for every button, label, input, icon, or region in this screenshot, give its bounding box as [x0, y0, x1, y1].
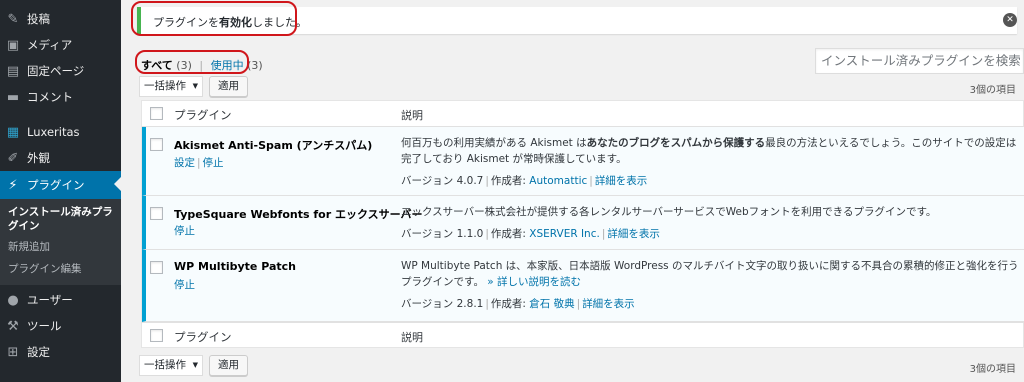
menu-item-pages[interactable]: ▤ 固定ページ	[0, 58, 121, 84]
notice-message: プラグインを有効化しました。	[153, 16, 307, 29]
menu-item-luxeritas[interactable]: ▦ Luxeritas	[0, 119, 121, 145]
row-actions: 設定 | 停止	[174, 157, 224, 169]
filter-separator: |	[199, 59, 204, 72]
apply-button[interactable]: 適用	[209, 76, 248, 97]
menu-item-appearance[interactable]: ✐ 外観	[0, 145, 121, 171]
brush-icon: ✐	[7, 150, 19, 166]
menu-label: メディア	[27, 38, 73, 52]
table-footer: プラグイン 説明	[142, 322, 1024, 348]
submenu-plugin-editor[interactable]: プラグイン編集	[8, 262, 118, 276]
plugin-name: WP Multibyte Patch	[174, 260, 296, 273]
plugin-meta: バージョン 4.0.7 | 作成者: Automattic | 詳細を表示	[401, 175, 648, 187]
row-actions: 停止	[174, 223, 195, 238]
media-icon: ▣	[6, 37, 20, 53]
column-footer-plugin: プラグイン	[174, 330, 232, 344]
plugin-meta: バージョン 2.8.1 | 作成者: 倉石 敬典 | 詳細を表示	[401, 298, 635, 310]
menu-label: プラグイン	[27, 178, 85, 192]
user-icon: ●	[7, 292, 19, 308]
table-header: プラグイン 説明	[142, 101, 1024, 127]
plugin-name: TypeSquare Webfonts for エックスサーバー	[174, 208, 423, 221]
read-more-link[interactable]: » 詳しい説明を読む	[487, 276, 581, 288]
deactivate-link[interactable]: 停止	[174, 279, 195, 291]
filter-all-count: (3)	[176, 59, 192, 72]
row-checkbox[interactable]	[150, 207, 163, 220]
menu-item-settings[interactable]: ⊞ 設定	[0, 339, 121, 365]
column-header-plugin: プラグイン	[174, 108, 232, 122]
settings-icon: ⊞	[7, 344, 19, 360]
menu-item-tools[interactable]: ⚒ ツール	[0, 313, 121, 339]
plugin-description: WP Multibyte Patch は、本家版、日本語版 WordPress …	[401, 260, 1019, 288]
menu-label: 外観	[27, 151, 50, 165]
submenu-installed-plugins[interactable]: インストール済みプラグイン	[8, 205, 118, 233]
chevron-down-icon: ▼	[192, 361, 198, 369]
wrench-icon: ⚒	[7, 318, 19, 334]
table-row: WP Multibyte Patch 停止 WP Multibyte Patch…	[142, 250, 1024, 322]
menu-item-plugins[interactable]: ⚡ プラグイン	[0, 171, 121, 199]
table-row: TypeSquare Webfonts for エックスサーバー 停止 エックス…	[142, 196, 1024, 250]
submenu-add-new[interactable]: 新規追加	[8, 240, 118, 254]
deactivate-link[interactable]: 停止	[203, 157, 224, 169]
plugin-description: エックスサーバー株式会社が提供する各レンタルサーバーサービスでWebフォントを利…	[401, 206, 937, 218]
menu-label: 設定	[27, 345, 50, 359]
row-actions: 停止	[174, 277, 195, 292]
author-link[interactable]: XSERVER Inc.	[529, 228, 600, 240]
row-checkbox[interactable]	[150, 261, 163, 274]
admin-sidebar: ✎ 投稿 ▣ メディア ▤ 固定ページ ▬ コメント ▦ Luxeritas ✐…	[0, 0, 121, 382]
filter-active[interactable]: 使用中	[211, 59, 244, 72]
bulk-actions-top: 一括操作 ▼ 適用	[139, 76, 248, 97]
details-link[interactable]: 詳細を表示	[582, 298, 635, 310]
menu-item-media[interactable]: ▣ メディア	[0, 32, 121, 58]
menu-label: 固定ページ	[27, 64, 85, 78]
menu-label: ユーザー	[27, 293, 73, 307]
activation-notice: プラグインを有効化しました。 ✕	[137, 7, 1017, 34]
settings-link[interactable]: 設定	[174, 157, 195, 169]
menu-label: ツール	[27, 319, 62, 333]
menu-item-users[interactable]: ● ユーザー	[0, 287, 121, 313]
bulk-action-select[interactable]: 一括操作 ▼	[139, 355, 203, 376]
apply-button[interactable]: 適用	[209, 355, 248, 376]
menu-label: Luxeritas	[27, 125, 80, 139]
plugins-submenu: インストール済みプラグイン 新規追加 プラグイン編集	[0, 199, 121, 285]
page-icon: ▤	[6, 63, 20, 79]
details-link[interactable]: 詳細を表示	[607, 228, 660, 240]
column-header-description: 説明	[401, 109, 423, 122]
plugin-description: 何百万もの利用実績がある Akismet はあなたのブログをスパムから保護する最…	[401, 137, 1017, 165]
table-row: Akismet Anti-Spam (アンチスパム) 設定 | 停止 何百万もの利用…	[142, 127, 1024, 196]
plugin-icon: ⚡	[8, 177, 18, 193]
menu-item-posts[interactable]: ✎ 投稿	[0, 6, 121, 32]
author-link[interactable]: Automattic	[529, 175, 587, 187]
select-all-checkbox[interactable]	[150, 329, 163, 342]
author-link[interactable]: 倉石 敬典	[529, 298, 574, 310]
plugin-name: Akismet Anti-Spam (アンチスパム)	[174, 139, 373, 152]
details-link[interactable]: 詳細を表示	[595, 175, 648, 187]
menu-label: コメント	[27, 90, 73, 104]
items-count: 3個の項目	[969, 364, 1016, 375]
plugin-meta: バージョン 1.1.0 | 作成者: XSERVER Inc. | 詳細を表示	[401, 228, 660, 240]
column-footer-description: 説明	[401, 331, 423, 344]
plugins-table: プラグイン 説明 Akismet Anti-Spam (アンチスパム) 設定 | 停…	[141, 100, 1024, 348]
bulk-actions-bottom: 一括操作 ▼ 適用	[139, 355, 248, 376]
menu-item-comments[interactable]: ▬ コメント	[0, 84, 121, 110]
deactivate-link[interactable]: 停止	[174, 225, 195, 237]
chevron-down-icon: ▼	[192, 82, 198, 90]
bulk-action-select[interactable]: 一括操作 ▼	[139, 76, 203, 97]
select-all-checkbox[interactable]	[150, 107, 163, 120]
comment-icon: ▬	[6, 89, 20, 105]
menu-label: 投稿	[27, 12, 50, 26]
row-checkbox[interactable]	[150, 138, 163, 151]
grid-icon: ▦	[6, 124, 20, 140]
filter-active-count: (3)	[247, 59, 263, 72]
filter-all[interactable]: すべて	[141, 59, 173, 72]
plugin-status-filters: すべて (3) | 使用中 (3)	[141, 57, 263, 73]
pin-icon: ✎	[7, 11, 19, 27]
plugin-search-input[interactable]: インストール済みプラグインを検索	[815, 48, 1024, 74]
dismiss-icon[interactable]: ✕	[1003, 13, 1017, 27]
items-count: 3個の項目	[969, 85, 1016, 96]
